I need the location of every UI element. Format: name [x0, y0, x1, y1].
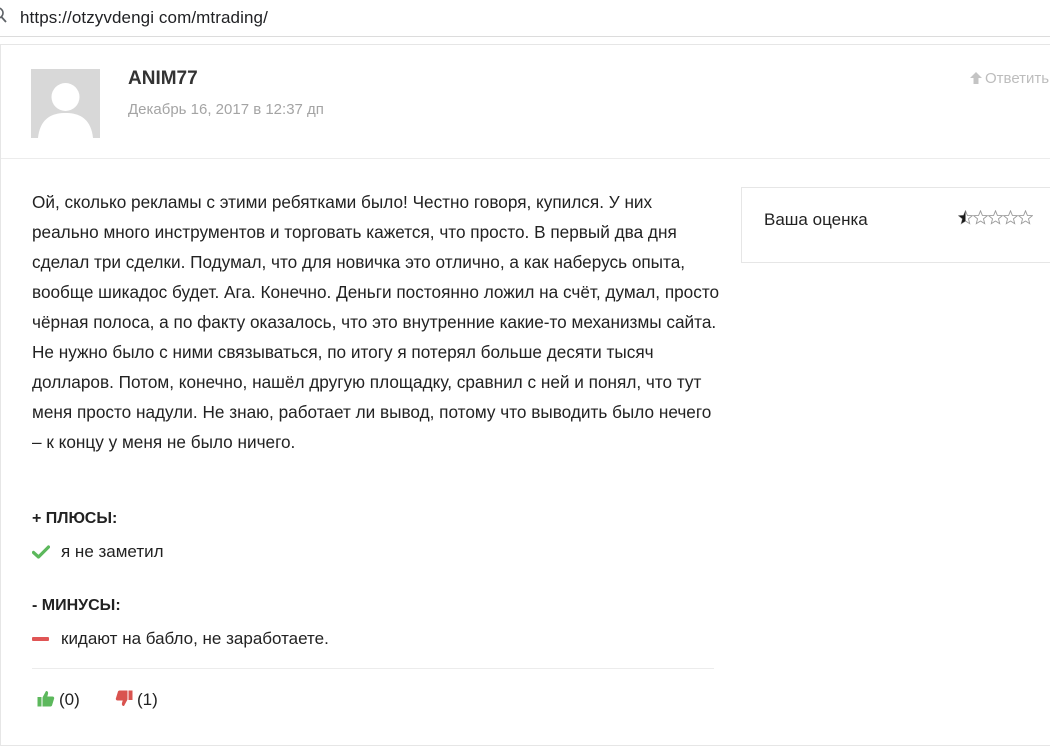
vote-up-count: (0) [59, 690, 80, 709]
pros-title: + ПЛЮСЫ: [32, 510, 118, 527]
rating-stars[interactable] [958, 210, 1033, 226]
vote-down-count: (1) [137, 690, 158, 709]
browser-address-bar[interactable]: https://otzyvdengi com/mtrading/ [0, 0, 1050, 37]
vote-up-button[interactable]: (0) [37, 690, 80, 710]
reply-button[interactable]: Ответить [969, 70, 1049, 87]
star-icon[interactable] [1018, 210, 1033, 225]
rating-box: Ваша оценка [741, 187, 1050, 263]
review-card: ANIM77 Декабрь 16, 2017 в 12:37 дп Ответ… [0, 44, 1050, 746]
star-icon[interactable] [988, 210, 1003, 225]
avatar-placeholder-icon [31, 69, 100, 138]
thumbs-up-icon [37, 691, 55, 707]
check-icon [32, 545, 50, 559]
rating-label: Ваша оценка [764, 210, 868, 229]
cons-title: - МИНУСЫ: [32, 597, 121, 614]
minus-icon [32, 637, 49, 641]
comment-date: Декабрь 16, 2017 в 12:37 дп [128, 101, 324, 118]
reply-label: Ответить [985, 70, 1050, 87]
thumbs-down-icon [115, 690, 133, 706]
search-icon [0, 7, 7, 23]
avatar [31, 69, 100, 138]
star-icon[interactable] [958, 210, 973, 225]
arrow-up-icon [970, 72, 982, 84]
cons-item-text: кидают на бабло, не заработаете. [61, 629, 329, 648]
review-text: Ой, сколько рекламы с этими ребятками бы… [32, 192, 720, 452]
review-header: ANIM77 Декабрь 16, 2017 в 12:37 дп Ответ… [1, 45, 1050, 159]
star-icon[interactable] [973, 210, 988, 225]
star-icon[interactable] [1003, 210, 1018, 225]
vote-down-button[interactable]: (1) [115, 690, 158, 710]
divider [32, 668, 714, 669]
pros-item-text: я не заметил [61, 542, 164, 561]
url-text[interactable]: https://otzyvdengi com/mtrading/ [20, 8, 268, 28]
author-name[interactable]: ANIM77 [128, 68, 198, 90]
